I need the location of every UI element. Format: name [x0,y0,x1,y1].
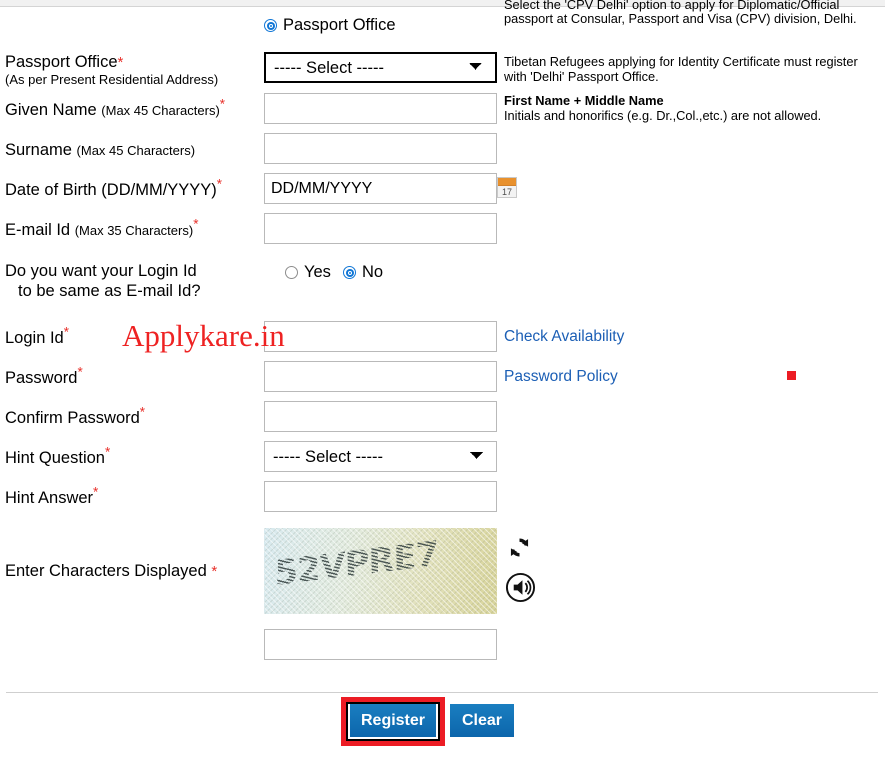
speaker-icon[interactable] [505,572,536,603]
input-given-name[interactable] [264,93,497,124]
note-given-name-body: Initials and honorifics (e.g. Dr.,Col.,e… [504,108,822,123]
input-password[interactable] [264,361,497,392]
label-login-id: Login Id* [5,324,69,347]
calendar-icon[interactable]: 17 [497,177,517,198]
label-login-same-as-email-line1: Do you want your Login Id [5,262,197,280]
note-passport-office: Tibetan Refugees applying for Identity C… [504,54,858,84]
watermark-applykare: Applykare.in [122,318,285,353]
radio-passport-office-indicator [264,19,277,32]
select-hint-question[interactable]: ----- Select ----- [264,441,497,472]
label-passport-office: Passport Office* [5,53,124,71]
required-marker-email: * [193,216,199,232]
required-marker-hint-answer: * [93,484,99,500]
required-marker-login-id: * [63,324,69,340]
input-confirm-password[interactable] [264,401,497,432]
input-hint-answer[interactable] [264,481,497,512]
radio-passport-office-label: Passport Office [283,16,396,34]
required-marker-dob: * [216,176,223,192]
label-confirm-password: Confirm Password* [5,404,146,427]
registration-page: Select the 'CPV Delhi' option to apply f… [0,0,885,757]
required-marker-password: * [77,364,83,380]
refresh-icon[interactable] [506,534,533,561]
note-given-name-title: First Name + Middle Name [504,93,664,108]
input-login-id[interactable] [264,321,497,352]
radio-login-same-yes[interactable]: Yes [285,263,331,282]
radio-login-same-no[interactable]: No [343,263,383,282]
radio-login-same-no-label: No [362,263,384,281]
input-email-id[interactable] [264,213,497,244]
sublabel-passport-office: (As per Present Residential Address) [5,72,219,87]
required-marker-hint-question: * [104,444,111,460]
calendar-icon-header [498,178,516,186]
label-password: Password* [5,364,83,387]
action-bar-divider [6,692,878,693]
cpv-delhi-note: passport at Consular, Passport and Visa … [504,11,857,26]
captcha-image: 52VPRE7 [264,528,497,614]
label-login-same-as-email-line2: to be same as E-mail Id? [18,282,201,300]
input-surname[interactable] [264,133,497,164]
required-marker-captcha: * [211,563,218,580]
required-marker-confirm-password: * [139,404,146,420]
radio-login-same-no-indicator [343,266,356,279]
clear-button[interactable]: Clear [450,704,514,737]
link-check-availability[interactable]: Check Availability [504,328,624,346]
label-hint-answer: Hint Answer* [5,484,99,507]
input-date-of-birth[interactable] [264,173,497,204]
label-date-of-birth: Date of Birth (DD/MM/YYYY)* [5,176,223,199]
calendar-icon-day: 17 [501,187,512,197]
required-marker-given-name: * [219,96,226,112]
register-button[interactable]: Register [350,704,436,737]
radio-login-same-yes-indicator [285,266,298,279]
radio-passport-office[interactable]: Passport Office [264,16,396,35]
select-passport-office[interactable]: ----- Select ----- [264,52,497,83]
radio-login-same-yes-label: Yes [304,263,331,281]
label-captcha: Enter Characters Displayed * [5,562,218,580]
label-given-name: Given Name (Max 45 Characters)* [5,96,226,119]
label-hint-question: Hint Question* [5,444,111,467]
label-surname: Surname (Max 45 Characters) [5,141,196,159]
link-password-policy[interactable]: Password Policy [504,368,618,386]
required-marker-passport-office: * [117,54,124,71]
input-captcha[interactable] [264,629,497,660]
red-marker-dot [787,371,796,380]
label-email-id: E-mail Id (Max 35 Characters)* [5,216,199,239]
